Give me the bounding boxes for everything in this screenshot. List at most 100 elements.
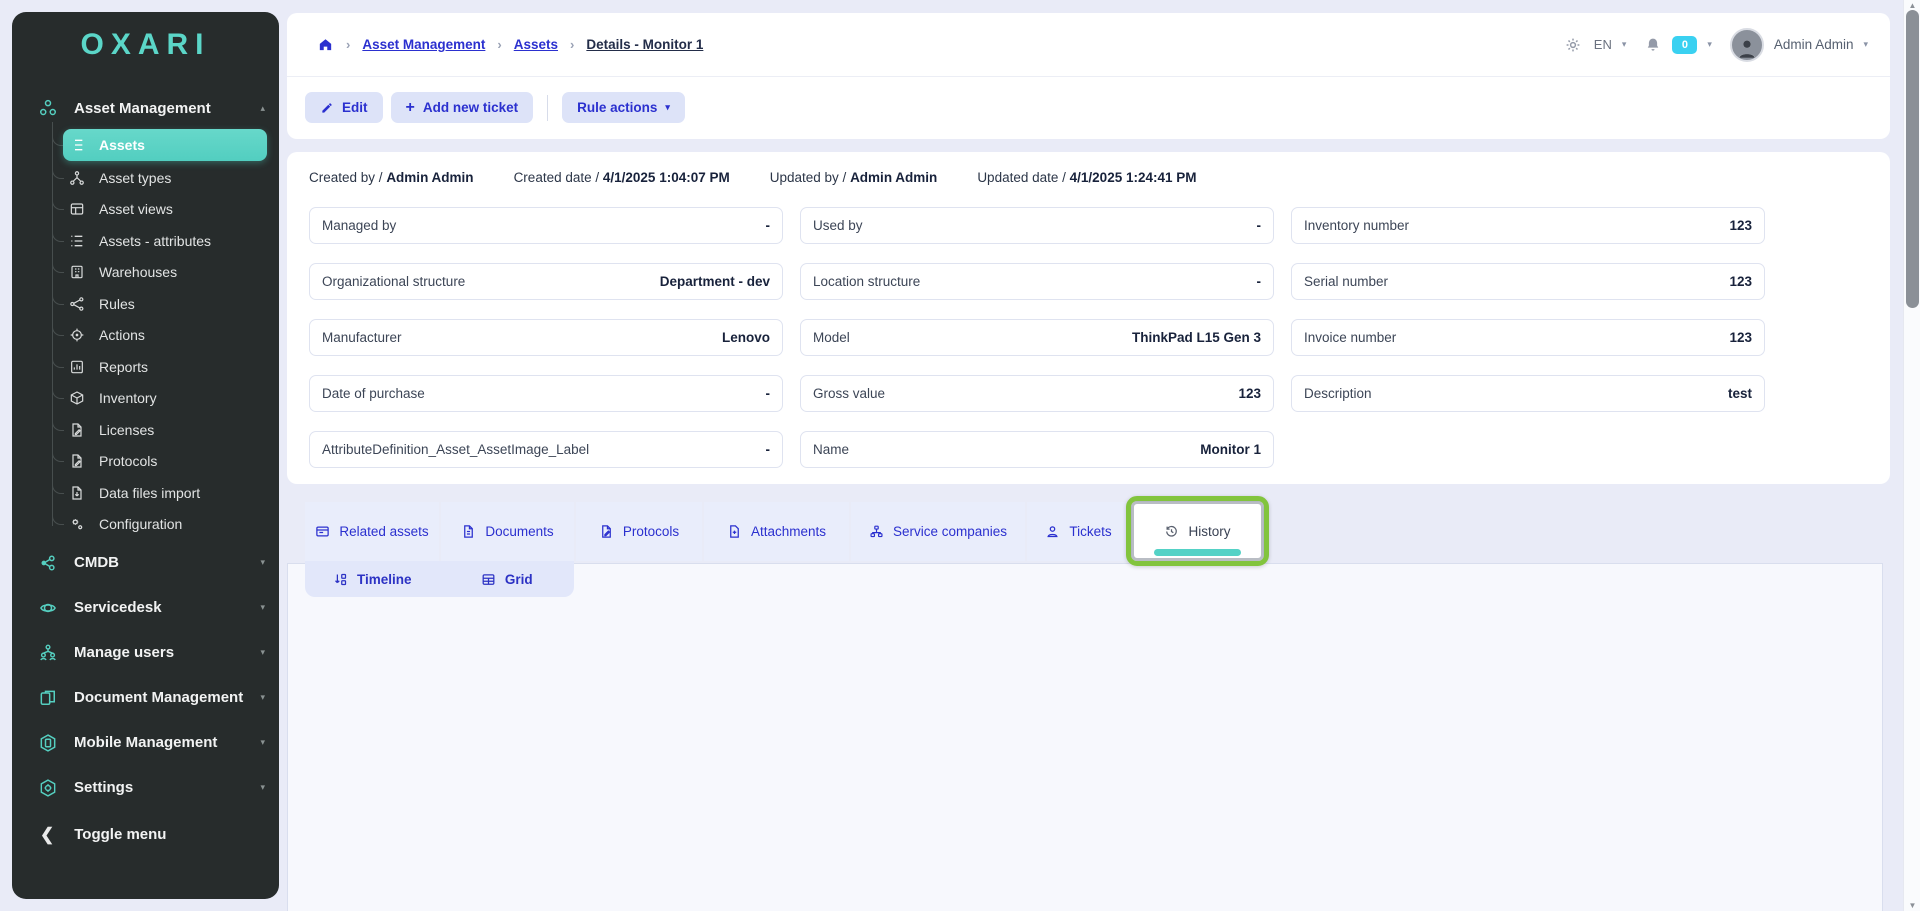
document-pencil-icon [599,524,614,539]
created-date: Created date / 4/1/2025 1:04:07 PM [514,170,730,185]
audit-meta-row: Created by / Admin Admin Created date / … [309,170,1868,185]
sidebar-item-configuration[interactable]: Configuration [12,509,279,541]
view-grid-button[interactable]: Grid [440,561,575,597]
sidebar-item-assets-attributes[interactable]: Assets - attributes [12,225,279,257]
breadcrumb: › Asset Management › Assets › Details - … [287,13,1890,77]
sidebar-item-reports[interactable]: Reports [12,351,279,383]
tab-tickets[interactable]: Tickets [1027,502,1130,561]
sidebar-section-servicedesk[interactable]: Servicedesk ▾ [12,585,279,630]
chevron-up-icon: ▴ [260,103,265,114]
chevron-left-icon: ❮ [40,825,54,845]
avatar[interactable] [1730,28,1764,62]
field-asset-image: AttributeDefinition_Asset_AssetImage_Lab… [309,431,783,468]
breadcrumb-separator: › [497,37,501,52]
notification-badge[interactable]: 0 [1672,36,1697,54]
share-nodes-icon [69,296,85,312]
chevron-down-icon: ▾ [260,737,265,748]
field-serial-number: Serial number123 [1291,263,1765,300]
breadcrumb-link-assets[interactable]: Assets [514,37,558,52]
asset-details-card: Created by / Admin Admin Created date / … [287,152,1890,484]
users-tree-icon [38,643,58,663]
language-selector[interactable]: EN [1594,37,1612,52]
field-description: Descriptiontest [1291,375,1765,412]
sidebar-item-data-files-import[interactable]: Data files import [12,477,279,509]
tab-attachments[interactable]: Attachments [704,502,849,561]
sidebar-item-protocols[interactable]: Protocols [12,446,279,478]
view-timeline-button[interactable]: Timeline [305,561,440,597]
field-inventory-number: Inventory number123 [1291,207,1765,244]
app-window: OXARI Asset Management ▴ Assets Asset ty… [0,0,1920,911]
user-name[interactable]: Admin Admin [1774,37,1854,52]
sidebar-item-rules[interactable]: Rules [12,288,279,320]
asset-views-icon [69,201,85,217]
oxari-logo: OXARI [12,12,279,70]
vertical-scrollbar[interactable]: ▲ ▼ [1903,0,1920,911]
sidebar-section-document-management[interactable]: Document Management ▾ [12,675,279,720]
sidebar-section-manage-users[interactable]: Manage users ▾ [12,630,279,675]
breadcrumb-separator: › [570,37,574,52]
tab-service-companies[interactable]: Service companies [851,502,1025,561]
chevron-down-icon[interactable]: ▾ [1863,39,1868,50]
rule-actions-button[interactable]: Rule actions ▾ [562,92,685,123]
home-icon[interactable] [317,36,334,53]
asset-management-icon [38,98,58,118]
document-icon [461,524,476,539]
breadcrumb-separator: › [346,37,350,52]
chevron-down-icon[interactable]: ▾ [1622,39,1627,50]
nodes-icon [38,553,58,573]
active-item-highlight [63,129,267,161]
chevron-down-icon: ▾ [260,647,265,658]
updated-date: Updated date / 4/1/2025 1:24:41 PM [977,170,1196,185]
sidebar-item-asset-types[interactable]: Asset types [12,162,279,194]
field-model: ModelThinkPad L15 Gen 3 [800,319,1274,356]
sidebar-item-asset-views[interactable]: Asset views [12,194,279,226]
field-manufacturer: ManufacturerLenovo [309,319,783,356]
sidebar-item-assets[interactable]: Assets [12,128,279,162]
edit-button[interactable]: Edit [305,92,383,123]
sidebar-section-mobile-management[interactable]: Mobile Management ▾ [12,720,279,765]
field-managed-by: Managed by- [309,207,783,244]
bar-chart-icon [69,359,85,375]
tab-protocols[interactable]: Protocols [576,502,702,561]
scroll-up-arrow[interactable]: ▲ [1904,1,1920,10]
chevron-down-icon: ▾ [260,782,265,793]
sidebar-item-inventory[interactable]: Inventory [12,383,279,415]
scroll-down-arrow[interactable]: ▼ [1904,901,1920,910]
chevron-down-icon: ▾ [260,602,265,613]
tab-history[interactable]: History [1132,502,1263,561]
field-name: NameMonitor 1 [800,431,1274,468]
topbar-user-cluster: EN ▾ 0 ▾ Admin Admin ▾ [1564,28,1868,62]
sidebar: OXARI Asset Management ▴ Assets Asset ty… [12,12,279,899]
scrollbar-thumb[interactable] [1906,10,1919,308]
tab-related-assets[interactable]: Related assets [305,502,439,561]
document-pencil-icon [69,453,85,469]
person-icon [1045,524,1060,539]
sidebar-section-cmdb[interactable]: CMDB ▾ [12,540,279,585]
sidebar-item-licenses[interactable]: Licenses [12,414,279,446]
documents-icon [38,688,58,708]
servicedesk-icon [38,598,58,618]
pencil-icon [320,101,334,115]
sidebar-item-actions[interactable]: Actions [12,320,279,352]
document-pencil-icon [69,422,85,438]
add-new-ticket-button[interactable]: Add new ticket [391,92,534,123]
sidebar-section-asset-management[interactable]: Asset Management ▴ [12,92,279,124]
page-header: › Asset Management › Assets › Details - … [287,13,1890,139]
related-assets-icon [315,524,330,539]
bell-icon[interactable] [1644,36,1662,54]
document-plus-icon [727,524,742,539]
chevron-down-icon[interactable]: ▾ [1707,39,1712,50]
sidebar-item-warehouses[interactable]: Warehouses [12,257,279,289]
warehouse-icon [69,264,85,280]
toggle-menu-button[interactable]: ❮ Toggle menu [12,812,279,857]
mobile-shield-icon [38,733,58,753]
gear-icon[interactable] [1564,36,1582,54]
sidebar-section-settings[interactable]: Settings ▾ [12,765,279,810]
field-invoice-number: Invoice number123 [1291,319,1765,356]
toolbar: Edit Add new ticket Rule actions ▾ [287,77,1890,138]
breadcrumb-current: Details - Monitor 1 [586,37,703,52]
chevron-down-icon: ▾ [665,102,670,113]
breadcrumb-link-asset-management[interactable]: Asset Management [362,37,485,52]
tab-documents[interactable]: Documents [441,502,574,561]
timeline-sort-icon [333,572,348,587]
